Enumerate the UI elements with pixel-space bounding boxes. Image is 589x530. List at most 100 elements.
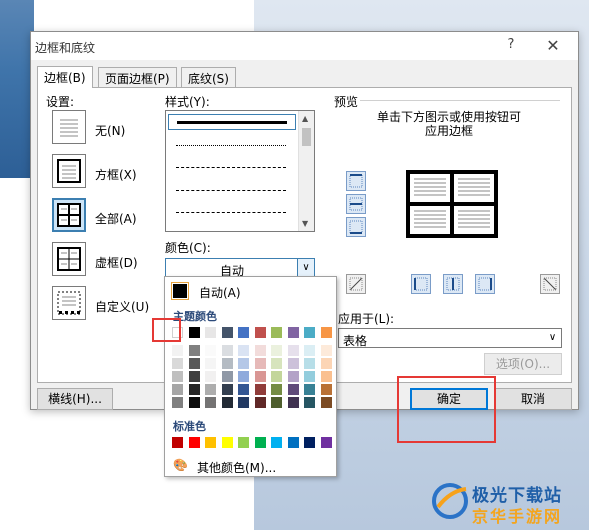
style-row-selected[interactable] — [168, 114, 296, 130]
border-inside-vertical-button[interactable] — [443, 274, 463, 294]
options-button[interactable]: 选项(O)... — [484, 353, 562, 375]
tab-page-border[interactable]: 页面边框(P) — [98, 67, 177, 87]
style-row-dashed-small[interactable] — [176, 167, 286, 168]
theme-shade-swatch[interactable] — [238, 345, 249, 356]
theme-shade-swatch[interactable] — [287, 397, 299, 408]
standard-color-swatch[interactable] — [205, 437, 216, 448]
theme-shade-swatch[interactable] — [254, 397, 266, 408]
scroll-down-icon[interactable]: ▼ — [302, 219, 308, 228]
setting-all-icon[interactable] — [52, 198, 86, 232]
theme-shade-swatch[interactable] — [271, 371, 282, 382]
auto-color-option[interactable]: 自动(A) — [199, 284, 241, 301]
theme-shade-swatch[interactable] — [320, 397, 332, 408]
theme-shade-swatch[interactable] — [271, 384, 282, 395]
theme-shade-swatch[interactable] — [238, 358, 249, 369]
apply-to-select[interactable]: 表格 ∨ — [338, 328, 562, 348]
theme-shade-swatch[interactable] — [238, 397, 249, 408]
close-button[interactable]: ✕ — [543, 36, 563, 56]
theme-shade-swatch[interactable] — [287, 358, 299, 369]
style-scrollbar[interactable]: ▲ ▼ — [298, 111, 314, 231]
theme-shade-swatch[interactable] — [320, 345, 332, 356]
theme-shade-swatch[interactable] — [221, 397, 233, 408]
setting-box-icon[interactable] — [52, 154, 86, 188]
theme-color-swatch[interactable] — [188, 327, 200, 338]
standard-color-swatch[interactable] — [320, 437, 332, 448]
theme-shade-swatch[interactable] — [205, 358, 216, 369]
standard-color-swatch[interactable] — [188, 437, 200, 448]
theme-shade-swatch[interactable] — [271, 397, 282, 408]
theme-shade-swatch[interactable] — [320, 384, 332, 395]
theme-shade-swatch[interactable] — [287, 384, 299, 395]
theme-color-swatch[interactable] — [271, 327, 282, 338]
theme-shade-swatch[interactable] — [254, 384, 266, 395]
theme-shade-swatch[interactable] — [172, 384, 183, 395]
theme-shade-swatch[interactable] — [188, 358, 200, 369]
theme-shade-swatch[interactable] — [221, 384, 233, 395]
border-bottom-button[interactable] — [346, 217, 366, 237]
border-top-button[interactable] — [346, 171, 366, 191]
setting-none-icon[interactable] — [52, 110, 86, 144]
theme-shade-swatch[interactable] — [271, 345, 282, 356]
setting-box-label[interactable]: 方框(X) — [95, 166, 137, 183]
theme-shade-swatch[interactable] — [304, 358, 315, 369]
theme-shade-swatch[interactable] — [304, 371, 315, 382]
theme-shade-swatch[interactable] — [188, 397, 200, 408]
auto-color-swatch[interactable] — [171, 282, 189, 300]
theme-shade-swatch[interactable] — [172, 397, 183, 408]
theme-shade-swatch[interactable] — [238, 384, 249, 395]
standard-color-swatch[interactable] — [271, 437, 282, 448]
border-inside-horizontal-button[interactable] — [346, 194, 366, 214]
setting-custom-icon[interactable] — [52, 286, 86, 320]
theme-shade-swatch[interactable] — [172, 345, 183, 356]
theme-shade-swatch[interactable] — [304, 397, 315, 408]
style-row-dashed[interactable] — [176, 190, 286, 191]
scroll-up-icon[interactable]: ▲ — [302, 114, 308, 123]
theme-shade-swatch[interactable] — [172, 371, 183, 382]
style-row-dotted[interactable] — [176, 145, 286, 146]
theme-color-swatch[interactable] — [238, 327, 249, 338]
color-select[interactable]: 自动 ∨ — [165, 258, 315, 278]
theme-shade-swatch[interactable] — [271, 358, 282, 369]
theme-shade-swatch[interactable] — [254, 345, 266, 356]
style-row-dash-dot[interactable] — [176, 212, 286, 213]
border-diagonal-up-button[interactable] — [540, 274, 560, 294]
tab-borders[interactable]: 边框(B) — [37, 66, 93, 88]
horizontal-line-button[interactable]: 横线(H)... — [37, 388, 113, 410]
setting-all-label[interactable]: 全部(A) — [95, 210, 137, 227]
standard-color-swatch[interactable] — [221, 437, 233, 448]
theme-color-swatch[interactable] — [221, 327, 233, 338]
theme-shade-swatch[interactable] — [320, 371, 332, 382]
border-right-button[interactable] — [475, 274, 495, 294]
theme-shade-swatch[interactable] — [205, 397, 216, 408]
scroll-thumb[interactable] — [302, 128, 311, 146]
cancel-button[interactable]: 取消 — [494, 388, 572, 410]
theme-shade-swatch[interactable] — [287, 345, 299, 356]
theme-shade-swatch[interactable] — [172, 358, 183, 369]
help-button[interactable]: ? — [503, 37, 519, 55]
setting-none-label[interactable]: 无(N) — [95, 122, 125, 139]
standard-color-swatch[interactable] — [254, 437, 266, 448]
preview-table[interactable] — [404, 168, 500, 240]
setting-custom-label[interactable]: 自定义(U) — [95, 298, 149, 315]
standard-color-swatch[interactable] — [304, 437, 315, 448]
border-left-button[interactable] — [411, 274, 431, 294]
theme-shade-swatch[interactable] — [205, 384, 216, 395]
theme-shade-swatch[interactable] — [254, 371, 266, 382]
chevron-down-icon[interactable]: ∨ — [297, 259, 314, 277]
theme-shade-swatch[interactable] — [304, 345, 315, 356]
theme-color-swatch[interactable] — [304, 327, 315, 338]
more-colors-option[interactable]: 其他颜色(M)... — [197, 459, 276, 476]
theme-shade-swatch[interactable] — [221, 345, 233, 356]
theme-shade-swatch[interactable] — [238, 371, 249, 382]
theme-shade-swatch[interactable] — [254, 358, 266, 369]
border-diagonal-down-button[interactable] — [346, 274, 366, 294]
theme-shade-swatch[interactable] — [320, 358, 332, 369]
chevron-down-icon[interactable]: ∨ — [544, 329, 561, 347]
theme-shade-swatch[interactable] — [221, 371, 233, 382]
setting-grid-icon[interactable] — [52, 242, 86, 276]
style-list[interactable]: ▲ ▼ — [165, 110, 315, 232]
standard-color-swatch[interactable] — [287, 437, 299, 448]
theme-shade-swatch[interactable] — [188, 384, 200, 395]
theme-shade-swatch[interactable] — [205, 371, 216, 382]
theme-shade-swatch[interactable] — [205, 345, 216, 356]
